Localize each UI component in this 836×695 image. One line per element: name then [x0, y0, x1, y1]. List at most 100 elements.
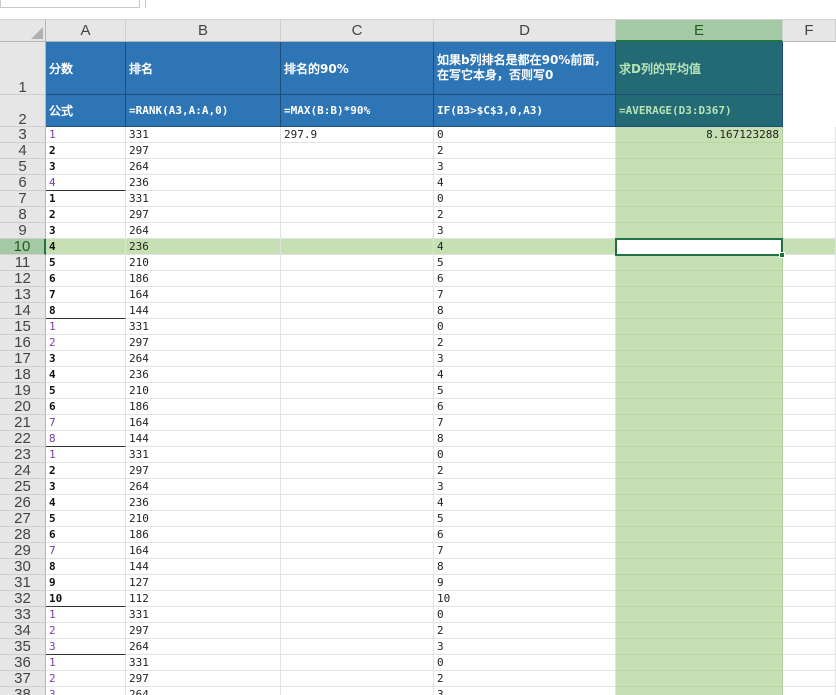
row-header-36[interactable]: 36 — [0, 655, 46, 671]
cell-a12[interactable]: 6 — [46, 271, 126, 287]
row-header-21[interactable]: 21 — [0, 415, 46, 431]
cell-c13[interactable] — [281, 287, 434, 303]
cell-a16[interactable]: 2 — [46, 335, 126, 351]
cell-d32[interactable]: 10 — [434, 591, 616, 607]
cell-c9[interactable] — [281, 223, 434, 239]
cell-e25[interactable] — [616, 479, 783, 495]
cell-f27[interactable] — [783, 511, 836, 527]
cell-e36[interactable] — [616, 655, 783, 671]
cell-e22[interactable] — [616, 431, 783, 447]
cell-f38[interactable] — [783, 687, 836, 695]
cell-f6[interactable] — [783, 175, 836, 191]
cell-d15[interactable]: 0 — [434, 319, 616, 335]
cell-f31[interactable] — [783, 575, 836, 591]
cell-c28[interactable] — [281, 527, 434, 543]
cell-b35[interactable]: 264 — [126, 639, 281, 655]
cell-a13[interactable]: 7 — [46, 287, 126, 303]
cell-b17[interactable]: 264 — [126, 351, 281, 367]
row-header-3[interactable]: 3 — [0, 127, 46, 143]
cell-b20[interactable]: 186 — [126, 399, 281, 415]
row-header-22[interactable]: 22 — [0, 431, 46, 447]
cell-b15[interactable]: 331 — [126, 319, 281, 335]
cell-e15[interactable] — [616, 319, 783, 335]
sheet-grid[interactable]: 1 331 297.9 0 8.167123288 2 297 2 3 264 3 4 236 4 1 331… — [46, 42, 836, 695]
cell-c8[interactable] — [281, 207, 434, 223]
cell-e17[interactable] — [616, 351, 783, 367]
cell-c19[interactable] — [281, 383, 434, 399]
cell-a27[interactable]: 5 — [46, 511, 126, 527]
cell-e20[interactable] — [616, 399, 783, 415]
row-header-18[interactable]: 18 — [0, 367, 46, 383]
cell-d29[interactable]: 7 — [434, 543, 616, 559]
cell-d23[interactable]: 0 — [434, 447, 616, 463]
cell-a31[interactable]: 9 — [46, 575, 126, 591]
column-header-e[interactable]: E — [616, 20, 783, 42]
cell-b8[interactable]: 297 — [126, 207, 281, 223]
cell-a23[interactable]: 1 — [46, 447, 126, 463]
row-header-6[interactable]: 6 — [0, 175, 46, 191]
cell-e11[interactable] — [616, 255, 783, 271]
cell-d13[interactable]: 7 — [434, 287, 616, 303]
cell-e3[interactable]: 8.167123288 — [616, 127, 783, 143]
row-header-13[interactable]: 13 — [0, 287, 46, 303]
row-header-5[interactable]: 5 — [0, 159, 46, 175]
cell-b33[interactable]: 331 — [126, 607, 281, 623]
row-header-12[interactable]: 12 — [0, 271, 46, 287]
cell-a8[interactable]: 2 — [46, 207, 126, 223]
cell-f19[interactable] — [783, 383, 836, 399]
cell-b29[interactable]: 164 — [126, 543, 281, 559]
cell-a30[interactable]: 8 — [46, 559, 126, 575]
name-box-fragment[interactable] — [0, 0, 140, 8]
cell-a20[interactable]: 6 — [46, 399, 126, 415]
cell-d5[interactable]: 3 — [434, 159, 616, 175]
cell-b31[interactable]: 127 — [126, 575, 281, 591]
cell-d9[interactable]: 3 — [434, 223, 616, 239]
formula-cell-if[interactable]: IF(B3>$C$3,0,A3) — [434, 95, 616, 127]
row-header-26[interactable]: 26 — [0, 495, 46, 511]
cell-e12[interactable] — [616, 271, 783, 287]
cell-d8[interactable]: 2 — [434, 207, 616, 223]
cell-e24[interactable] — [616, 463, 783, 479]
cell-f36[interactable] — [783, 655, 836, 671]
cell-c35[interactable] — [281, 639, 434, 655]
cell-d36[interactable]: 0 — [434, 655, 616, 671]
cell-f14[interactable] — [783, 303, 836, 319]
cell-a18[interactable]: 4 — [46, 367, 126, 383]
row-header-32[interactable]: 32 — [0, 591, 46, 607]
row-header-24[interactable]: 24 — [0, 463, 46, 479]
cell-e38[interactable] — [616, 687, 783, 695]
cell-a38[interactable]: 3 — [46, 687, 126, 695]
row-header-20[interactable]: 20 — [0, 399, 46, 415]
cell-c23[interactable] — [281, 447, 434, 463]
cell-b19[interactable]: 210 — [126, 383, 281, 399]
cell-e6[interactable] — [616, 175, 783, 191]
row-header-37[interactable]: 37 — [0, 671, 46, 687]
cell-e27[interactable] — [616, 511, 783, 527]
cell-e19[interactable] — [616, 383, 783, 399]
row-header-34[interactable]: 34 — [0, 623, 46, 639]
cell-b13[interactable]: 164 — [126, 287, 281, 303]
cell-b18[interactable]: 236 — [126, 367, 281, 383]
cell-c27[interactable] — [281, 511, 434, 527]
cell-d4[interactable]: 2 — [434, 143, 616, 159]
cell-d33[interactable]: 0 — [434, 607, 616, 623]
cell-c16[interactable] — [281, 335, 434, 351]
header-cell-rank-90[interactable]: 排名的90% — [281, 42, 434, 95]
cell-f11[interactable] — [783, 255, 836, 271]
formula-cell-max[interactable]: =MAX(B:B)*90% — [281, 95, 434, 127]
cell-c4[interactable] — [281, 143, 434, 159]
cell-a29[interactable]: 7 — [46, 543, 126, 559]
cell-f9[interactable] — [783, 223, 836, 239]
cell-b6[interactable]: 236 — [126, 175, 281, 191]
cell-e32[interactable] — [616, 591, 783, 607]
cell-d38[interactable]: 3 — [434, 687, 616, 695]
cell-e13[interactable] — [616, 287, 783, 303]
cell-b36[interactable]: 331 — [126, 655, 281, 671]
cell-b11[interactable]: 210 — [126, 255, 281, 271]
cell-f30[interactable] — [783, 559, 836, 575]
cell-c5[interactable] — [281, 159, 434, 175]
row-header-38[interactable]: 38 — [0, 687, 46, 695]
cell-d10[interactable]: 4 — [434, 239, 616, 255]
cell-c20[interactable] — [281, 399, 434, 415]
cell-a5[interactable]: 3 — [46, 159, 126, 175]
